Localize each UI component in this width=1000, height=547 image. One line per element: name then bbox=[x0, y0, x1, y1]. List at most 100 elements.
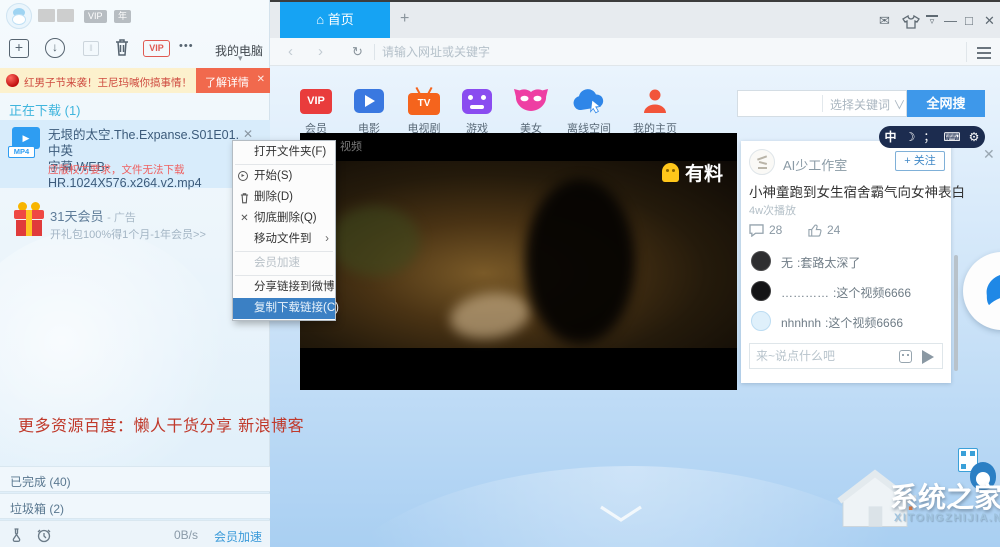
play-icon: ▶ bbox=[22, 133, 30, 143]
menu-item-delete-completely[interactable]: ✕ 彻底删除(Q) bbox=[233, 208, 335, 229]
wrench-icon[interactable]: ⚙ bbox=[969, 126, 980, 148]
commenter-avatar bbox=[751, 251, 771, 271]
status-bar: 0B/s 会员加速 bbox=[0, 520, 270, 547]
close-window-button[interactable]: ✕ bbox=[984, 13, 995, 29]
promo-watermark-text: 更多资源百度：懒人干货分享 新浪博客 bbox=[18, 416, 305, 435]
ime-language[interactable]: 中 bbox=[885, 126, 897, 148]
back-icon[interactable]: ‹ bbox=[288, 43, 293, 60]
start-all-button[interactable]: ↓ bbox=[45, 38, 65, 58]
address-bar: ‹ › ↻ bbox=[270, 38, 1000, 66]
view-count: 4w次播放 bbox=[749, 205, 797, 217]
send-icon[interactable] bbox=[922, 350, 934, 364]
menu-item-label: 移动文件到 bbox=[254, 233, 312, 245]
home-icon: ⌂ bbox=[316, 12, 325, 27]
forward-icon[interactable]: › bbox=[318, 43, 323, 60]
member-ad-item[interactable]: 31天会员 - 广告 开礼包100%得1个月-1年会员>> bbox=[0, 196, 270, 252]
section-completed[interactable]: 已完成 (40) bbox=[0, 466, 270, 492]
nav-item-movies[interactable]: 电影 bbox=[339, 85, 399, 136]
new-task-button[interactable]: + bbox=[9, 39, 29, 58]
nav-item-games[interactable]: 游戏 bbox=[447, 85, 507, 136]
commenter-name: 无 bbox=[781, 256, 794, 270]
nav-item-vip[interactable]: VIP 会员 bbox=[286, 85, 346, 136]
follow-button[interactable]: + 关注 bbox=[895, 151, 945, 171]
ad-description[interactable]: 开礼包100%得1个月-1年会员>> bbox=[50, 226, 206, 242]
ghost-icon bbox=[661, 163, 679, 182]
nav-item-my-homepage[interactable]: 我的主页 bbox=[625, 85, 685, 136]
comment-bubble-icon bbox=[749, 223, 764, 237]
chevron-down-icon: ∨ bbox=[893, 98, 906, 112]
nav-item-tv[interactable]: TV 电视剧 bbox=[394, 85, 454, 136]
filename-line1: 无垠的太空.The.Expanse.S01E01.中英 bbox=[48, 128, 240, 158]
brand-name: 有料 bbox=[684, 164, 723, 185]
like-count-group[interactable]: 24 bbox=[807, 223, 840, 237]
commenter-name: nhnhnh bbox=[781, 316, 822, 330]
ad-title: 31天会员 - 广告 bbox=[50, 206, 136, 225]
new-tab-button[interactable]: + bbox=[400, 10, 409, 28]
video-player[interactable]: 视频 有料 bbox=[300, 133, 737, 390]
keyword-dropdown[interactable]: 选择关键词 ∨ bbox=[830, 96, 905, 113]
like-count: 24 bbox=[827, 223, 841, 237]
more-options-button[interactable]: ••• bbox=[179, 40, 194, 52]
xunlei-bird-widget[interactable] bbox=[963, 252, 1000, 330]
refresh-icon[interactable]: ↻ bbox=[352, 44, 363, 60]
mail-icon[interactable]: ✉ bbox=[879, 13, 890, 29]
clock-icon[interactable] bbox=[36, 527, 52, 543]
menu-item-copy-download-link[interactable]: 复制下载链接(C) bbox=[233, 298, 339, 319]
submenu-arrow-icon: › bbox=[325, 233, 329, 245]
keyboard-icon[interactable]: ⌨ bbox=[943, 126, 960, 148]
scroll-down-chevron-icon[interactable] bbox=[598, 504, 644, 524]
search-all-button[interactable]: 全网搜 bbox=[907, 90, 985, 117]
flask-icon[interactable] bbox=[10, 527, 26, 543]
pause-all-button[interactable]: ‖ bbox=[83, 41, 99, 56]
comment-count-group[interactable]: 28 bbox=[749, 223, 782, 237]
comment-row: nhnhnh:这个视频6666 bbox=[741, 311, 951, 337]
minimize-button[interactable]: — bbox=[944, 13, 957, 28]
video-info-card: AI少工作室 + 关注 小神童跑到女生宿舍霸气向女神表白 4w次播放 28 24… bbox=[741, 141, 965, 383]
watermark-url: XITONGZHIJIA.NET bbox=[894, 512, 1000, 524]
remove-item-icon[interactable]: ✕ bbox=[243, 127, 253, 141]
banner-detail-button[interactable]: 了解详情 ✕ bbox=[196, 68, 270, 93]
divider bbox=[966, 42, 967, 62]
user-avatar[interactable] bbox=[6, 3, 32, 29]
ime-punctuation[interactable]: ； bbox=[923, 126, 935, 148]
tab-home[interactable]: ⌂ 首页 bbox=[280, 2, 390, 38]
nav-item-beauty[interactable]: 美女 bbox=[501, 85, 561, 136]
menu-item-move-to[interactable]: 移动文件到 › bbox=[233, 229, 335, 250]
bird-icon bbox=[986, 275, 1000, 306]
menu-divider bbox=[235, 251, 333, 252]
maximize-button[interactable]: □ bbox=[965, 13, 973, 28]
menu-item-start[interactable]: ▸ 开始(S) bbox=[233, 166, 335, 187]
commenter-avatar bbox=[751, 311, 771, 331]
vip-toolbar-button[interactable]: VIP bbox=[143, 40, 170, 57]
menu-hamburger-icon[interactable] bbox=[977, 47, 991, 62]
menu-item-open-folder[interactable]: 打开文件夹(F) bbox=[233, 142, 335, 163]
nav-item-offline-space[interactable]: 离线空间 bbox=[559, 85, 619, 136]
mask-icon bbox=[514, 89, 548, 111]
keyword-label: 选择关键词 bbox=[830, 98, 891, 112]
trash-small-icon bbox=[240, 193, 249, 204]
section-trash[interactable]: 垃圾箱 (2) bbox=[0, 493, 270, 519]
youliao-brand: 有料 bbox=[661, 159, 723, 186]
player-corner-label: 视频 bbox=[340, 141, 362, 153]
download-item[interactable]: ▶ MP4 无垠的太空.The.Expanse.S01E01.中英 字幕.WEB… bbox=[0, 120, 270, 190]
menu-item-delete[interactable]: 删除(D) bbox=[233, 187, 335, 208]
author-avatar[interactable] bbox=[749, 149, 775, 175]
url-input[interactable] bbox=[382, 41, 942, 63]
member-accelerate-link[interactable]: 会员加速 bbox=[214, 528, 262, 545]
comment-input[interactable] bbox=[756, 347, 886, 365]
username-redacted bbox=[38, 9, 55, 22]
tray-triangle: ▿ bbox=[929, 16, 935, 26]
close-card-icon[interactable]: ✕ bbox=[983, 146, 995, 163]
menu-item-share-weibo[interactable]: 分享链接到微博 bbox=[233, 277, 335, 298]
page-scrollbar[interactable] bbox=[954, 255, 958, 371]
banner-close-icon[interactable]: ✕ bbox=[257, 74, 265, 85]
minimize-to-tray-icon[interactable]: ▿ bbox=[926, 15, 938, 26]
ime-toolbar[interactable]: 中 ☽ ； ⌨ ⚙ bbox=[879, 126, 985, 148]
trash-icon[interactable] bbox=[113, 37, 131, 57]
skin-shirt-icon[interactable] bbox=[902, 15, 920, 29]
moon-icon[interactable]: ☽ bbox=[905, 126, 916, 148]
ad-title-text: 31天会员 bbox=[50, 209, 104, 224]
emoji-icon[interactable] bbox=[899, 350, 912, 363]
author-name[interactable]: AI少工作室 bbox=[783, 155, 847, 174]
completed-label: 已完成 (40) bbox=[10, 475, 71, 489]
